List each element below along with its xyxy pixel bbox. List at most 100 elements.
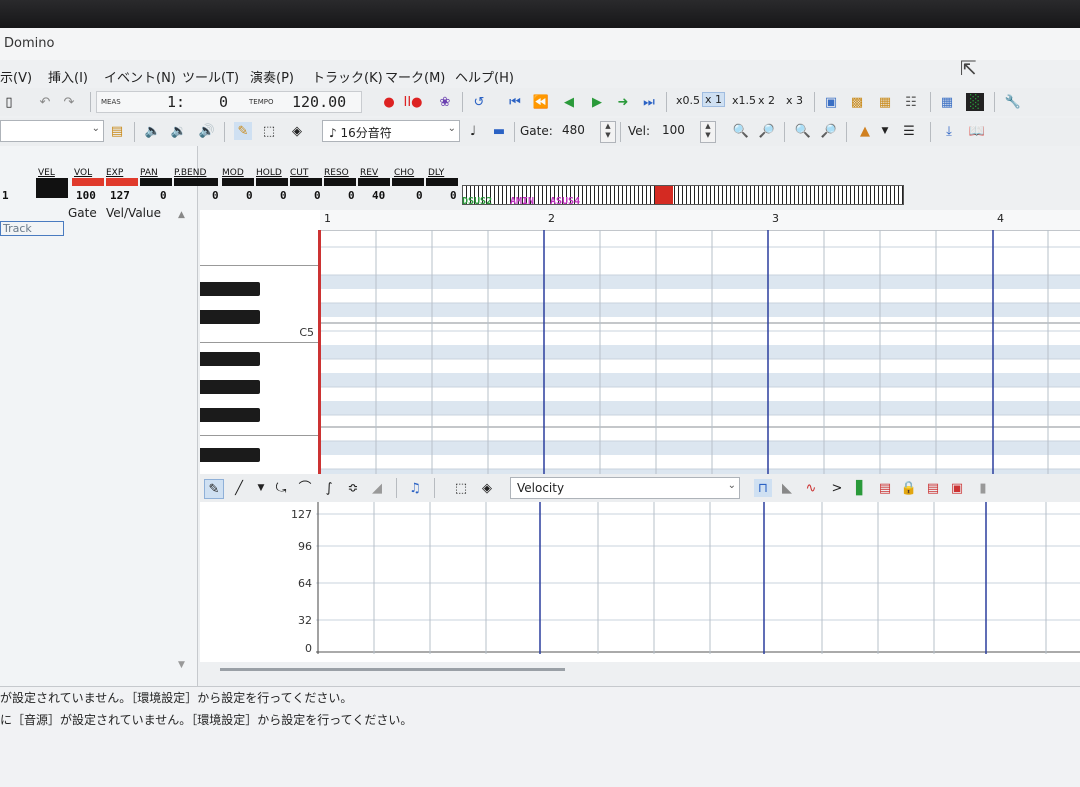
vertical-zoom-out-icon[interactable]: 🔎 (820, 122, 838, 140)
zoom-in-icon[interactable]: 🔍 (732, 122, 750, 140)
undo-icon[interactable]: ↶ (36, 93, 54, 111)
mixer-slider-exp[interactable] (106, 178, 138, 186)
pencil-icon[interactable]: ✎ (234, 122, 252, 140)
menu-view[interactable]: 示(V) (0, 67, 32, 86)
menu-help[interactable]: ヘルプ(H) (455, 67, 514, 86)
speaker-all-icon[interactable]: 🔊 (198, 122, 216, 140)
record-icon[interactable]: ● (380, 93, 398, 111)
wave-icon[interactable]: ∿ (802, 479, 820, 497)
black-key[interactable] (200, 310, 260, 324)
vel-input[interactable]: 100 (656, 120, 696, 142)
menu-event[interactable]: イベント(N) (104, 67, 176, 86)
fast-rewind-icon[interactable]: ⏪ (532, 93, 550, 111)
speed-x2[interactable]: x 2 (758, 94, 775, 107)
note-tool-icon[interactable]: ♫ (406, 479, 424, 497)
zoom-out-icon[interactable]: 🔎 (758, 122, 776, 140)
piano-roll[interactable]: 1 2 3 4 C5 (200, 210, 1080, 490)
step-record-icon[interactable]: II● (404, 93, 423, 111)
speed-x3[interactable]: x 3 (786, 94, 803, 107)
mixer-slider-cut[interactable] (290, 178, 322, 186)
eraser-icon[interactable]: ◈ (288, 122, 306, 140)
go-start-icon[interactable]: ⏮ (506, 93, 524, 111)
velocity-pane[interactable]: 127 96 64 32 0 (200, 502, 1080, 662)
window-icon[interactable]: ▣ (822, 93, 840, 111)
table-icon[interactable]: ▦ (938, 93, 956, 111)
menu-mark[interactable]: マーク(M) (385, 67, 445, 86)
go-end-icon[interactable]: ⏭ (640, 93, 658, 111)
column-header-gate[interactable]: Gate (68, 206, 97, 224)
note-length-select[interactable]: ♪ 16分音符 ⌄ (322, 120, 460, 142)
piano-keyboard[interactable]: C5 (200, 230, 320, 490)
chevron-down-icon[interactable]: ▼ (252, 479, 270, 497)
drop-icon[interactable]: ▲ (856, 122, 874, 140)
stair-icon[interactable]: ◣ (778, 479, 796, 497)
lock-icon[interactable]: 🔒 (900, 479, 918, 497)
graph-icon[interactable]: ▣ (948, 479, 966, 497)
speaker-solo-icon[interactable]: 🔉 (170, 122, 188, 140)
meter-icon[interactable]: ░ (966, 93, 984, 111)
loop-icon[interactable]: ↺ (470, 93, 488, 111)
document-icon[interactable]: ▯ (0, 93, 18, 111)
event-list-icon[interactable]: ▦ (876, 93, 894, 111)
mixer-slider-reso[interactable] (324, 178, 356, 186)
speaker-icon[interactable]: 🔈 (144, 122, 162, 140)
mixer-slider-pbend[interactable] (174, 178, 218, 186)
mixer-slider-mod[interactable] (222, 178, 254, 186)
vel-spinner[interactable]: ▲ ▼ (700, 121, 716, 143)
greater-than-icon[interactable]: > (828, 479, 846, 497)
triplet-icon[interactable]: ♩ (464, 122, 482, 140)
settings-wrench-icon[interactable]: 🔧 (1004, 93, 1022, 111)
mixer-slider-rev[interactable] (358, 178, 390, 186)
velocity-grid[interactable] (316, 502, 1080, 662)
align-icon[interactable]: ☰ (900, 122, 918, 140)
arc-tool-icon[interactable]: ⌒ (296, 479, 314, 497)
level-meter-icon[interactable]: ▋ (852, 479, 870, 497)
line-tool-icon[interactable]: ╱ (230, 479, 248, 497)
column-header-vel-value[interactable]: Vel/Value (106, 206, 161, 224)
mixer-slider-vel[interactable] (36, 178, 68, 198)
book-icon[interactable]: 📖 (968, 122, 986, 140)
mixer-slider-pan[interactable] (140, 178, 172, 186)
mixer-slider-vol[interactable] (72, 178, 104, 186)
mixer-slider-hold[interactable] (256, 178, 288, 186)
track-name-field[interactable]: Track (0, 221, 64, 236)
random-tool-icon[interactable]: ≎ (344, 479, 362, 497)
curve-tool-icon[interactable]: ⤿ (272, 479, 290, 497)
panic-icon[interactable]: ❀ (436, 93, 454, 111)
note-grid[interactable] (320, 230, 1080, 490)
gate-spinner[interactable]: ▲ ▼ (600, 121, 616, 143)
speed-x1[interactable]: x 1 (702, 92, 726, 107)
gate-bar-icon[interactable]: ▤ (876, 479, 894, 497)
panel-icon[interactable]: ▤ (924, 479, 942, 497)
quantize-icon[interactable]: ▬ (490, 122, 508, 140)
track-combo[interactable]: ⌄ (0, 120, 104, 142)
download-icon[interactable]: ⤓ (940, 122, 958, 140)
mixer-slider-cho[interactable] (392, 178, 424, 186)
speed-x0.5[interactable]: x0.5 (676, 94, 700, 107)
vertical-zoom-in-icon[interactable]: 🔍 (794, 122, 812, 140)
mixer-slider-dly[interactable] (426, 178, 458, 186)
eraser-icon[interactable]: ◈ (478, 479, 496, 497)
redo-icon[interactable]: ↷ (60, 93, 78, 111)
black-key[interactable] (200, 282, 260, 296)
black-key[interactable] (200, 352, 260, 366)
black-key[interactable] (200, 380, 260, 394)
gate-input[interactable]: 480 (556, 120, 596, 142)
chevron-down-icon[interactable]: ▼ (876, 122, 894, 140)
menu-track[interactable]: トラック(K) (312, 67, 383, 86)
tree-icon[interactable]: ☷ (902, 93, 920, 111)
bar-graph-icon[interactable]: ⊓ (754, 479, 772, 497)
black-key[interactable] (200, 448, 260, 462)
forward-icon[interactable]: ➜ (614, 93, 632, 111)
menu-insert[interactable]: 挿入(I) (48, 67, 88, 86)
select-rect-icon[interactable]: ⬚ (452, 479, 470, 497)
s-curve-tool-icon[interactable]: ∫ (320, 479, 338, 497)
menu-tools[interactable]: ツール(T) (182, 67, 239, 86)
scrollbar-handle[interactable]: ▮ (974, 479, 992, 497)
play-icon[interactable]: ▶ (588, 93, 606, 111)
scroll-up-icon[interactable]: ▲ (178, 210, 185, 228)
scroll-down-icon[interactable]: ▼ (178, 660, 185, 670)
menu-play[interactable]: 演奏(P) (250, 67, 294, 86)
rewind-icon[interactable]: ◀ (560, 93, 578, 111)
controller-select[interactable]: Velocity ⌄ (510, 477, 740, 499)
